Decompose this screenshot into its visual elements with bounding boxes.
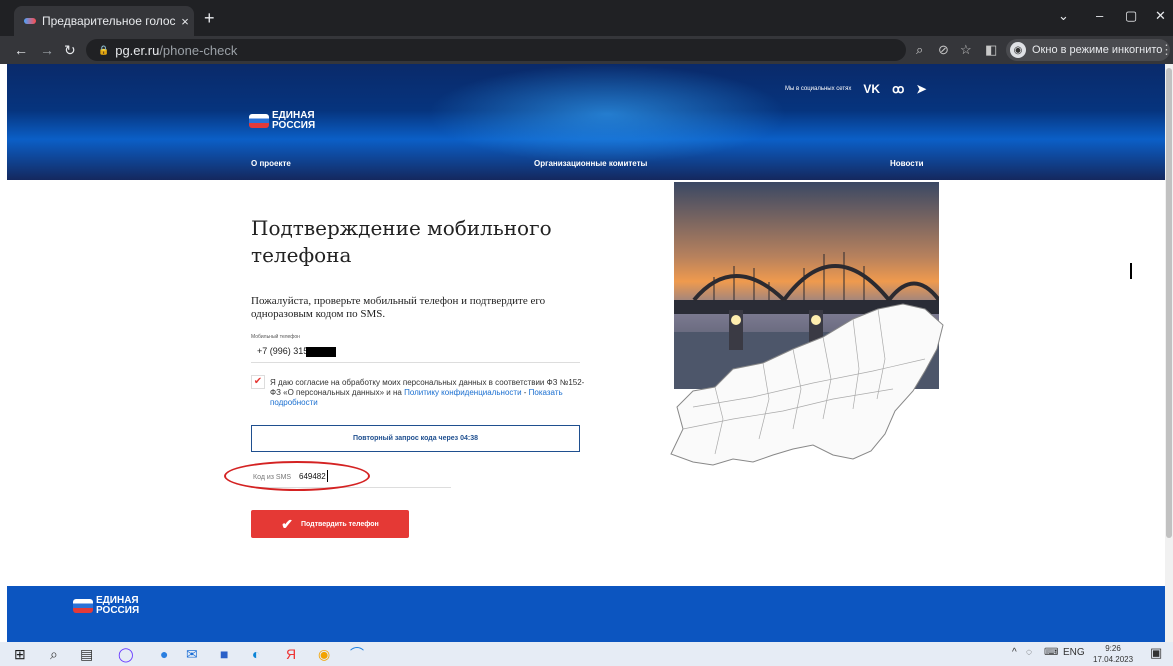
alice-icon[interactable]: ◯ <box>118 645 134 663</box>
nav-committees[interactable]: Организационные комитеты <box>534 159 647 168</box>
footer-logo-line-2: РОССИЯ <box>96 605 140 616</box>
windows-start-icon[interactable]: ⊞ <box>14 645 26 663</box>
site-logo[interactable]: ЕДИНАЯ РОССИЯ <box>249 111 315 131</box>
language-indicator[interactable]: ENG <box>1063 647 1085 658</box>
telegram-app-icon[interactable]: ● <box>160 645 168 663</box>
tab-search-icon[interactable]: ⌄ <box>1058 8 1069 24</box>
red-highlight-ellipse <box>224 461 370 491</box>
clock-time: 9:26 <box>1105 644 1121 653</box>
russia-map <box>663 279 950 469</box>
odnoklassniki-icon[interactable]: ꝏ <box>892 82 904 96</box>
bear-logo-icon <box>73 599 93 613</box>
tracking-protection-icon[interactable]: ⊘ <box>938 42 949 58</box>
mail-icon[interactable]: ✉ <box>186 645 198 663</box>
reload-icon[interactable]: ↻ <box>64 42 76 59</box>
social-links: Мы в социальных сетях VK ꝏ ➤ <box>785 82 926 96</box>
header-glow <box>427 64 787 164</box>
consent-checkbox[interactable]: ✔ <box>251 375 265 389</box>
page-title: Подтверждение мобильного телефона <box>251 216 552 267</box>
keyboard-icon[interactable]: ⌨ <box>1044 647 1058 658</box>
bookmark-star-icon[interactable]: ☆ <box>960 42 972 58</box>
new-tab-button[interactable]: + <box>204 8 215 29</box>
logo-line-2: РОССИЯ <box>272 120 316 131</box>
tray-chevron-icon[interactable]: ^ <box>1012 647 1017 658</box>
zoom-icon[interactable]: ⌕ <box>916 42 923 58</box>
url-domain: pg.er.ru <box>115 42 160 58</box>
store-icon[interactable]: ■ <box>220 645 228 663</box>
phone-label: Мобильный телефон <box>251 334 300 340</box>
system-clock[interactable]: 9:26 17.04.2023 <box>1093 643 1133 665</box>
clock-date: 17.04.2023 <box>1093 655 1134 664</box>
redaction-box <box>306 347 336 357</box>
incognito-indicator[interactable]: ◉ Окно в режиме инкогнито <box>1006 39 1171 61</box>
chrome-icon[interactable]: ◉ <box>318 645 330 663</box>
network-icon[interactable]: ◌ <box>1026 647 1032 658</box>
scrollbar-thumb[interactable] <box>1166 68 1172 538</box>
edge-icon[interactable]: ◐ <box>252 645 260 663</box>
close-window-button[interactable]: ✕ <box>1155 8 1166 24</box>
site-favicon-icon <box>24 18 36 24</box>
consent-text: Я даю согласие на обработку моих персона… <box>270 378 590 408</box>
privacy-policy-link[interactable]: Политику конфиденциальности <box>404 388 521 397</box>
footer-logo[interactable]: ЕДИНАЯ РОССИЯ <box>73 596 139 616</box>
yandex-browser-icon[interactable]: Я <box>286 645 296 663</box>
page-viewport: ЕДИНАЯ РОССИЯ Мы в социальных сетях VK ꝏ … <box>0 64 1165 642</box>
incognito-icon: ◉ <box>1010 42 1026 58</box>
browser-tab-bar: Предварительное голосование × + ⌄ – ▢ ✕ <box>0 0 1173 36</box>
vk-icon[interactable]: VK <box>863 82 880 96</box>
site-header: ЕДИНАЯ РОССИЯ Мы в социальных сетях VK ꝏ … <box>7 64 1165 180</box>
social-label: Мы в социальных сетях <box>785 86 852 92</box>
bear-logo-icon <box>249 114 269 128</box>
checkmark-icon: ✔ <box>253 376 263 387</box>
close-tab-icon[interactable]: × <box>176 14 194 29</box>
mouse-text-cursor <box>1130 263 1132 279</box>
task-view-icon[interactable]: ▤ <box>80 645 93 663</box>
confirm-phone-button[interactable]: ✔ Подтвердить телефон <box>251 510 409 538</box>
page-description: Пожалуйста, проверьте мобильный телефон … <box>251 295 546 320</box>
tab-title: Предварительное голосование <box>42 14 176 28</box>
checkmark-icon: ✔ <box>281 515 293 532</box>
confirm-phone-label: Подтвердить телефон <box>300 520 379 528</box>
search-icon[interactable]: ⌕ <box>50 645 58 663</box>
back-icon[interactable]: ← <box>14 42 28 58</box>
nav-news[interactable]: Новости <box>890 159 924 168</box>
maximize-button[interactable]: ▢ <box>1125 8 1137 24</box>
resend-code-label: Повторный запрос кода через 04:38 <box>353 435 478 442</box>
phone-underline <box>251 362 580 363</box>
browser-menu-icon[interactable]: ⋮ <box>1160 42 1173 58</box>
nav-about[interactable]: О проекте <box>251 159 291 168</box>
side-panel-icon[interactable]: ◧ <box>985 42 997 58</box>
app-icon[interactable]: ⌒ <box>350 645 364 663</box>
url-path: /phone-check <box>159 42 238 58</box>
lock-icon[interactable]: 🔒 <box>98 45 109 56</box>
address-bar[interactable]: 🔒 pg.er.ru/phone-check <box>86 39 906 61</box>
resend-code-button[interactable]: Повторный запрос кода через 04:38 <box>251 425 580 452</box>
consent-separator: - <box>521 388 529 397</box>
notifications-icon[interactable]: ▣ <box>1150 645 1162 661</box>
browser-tab[interactable]: Предварительное голосование × <box>14 6 194 36</box>
forward-icon[interactable]: → <box>40 42 54 58</box>
page-scrollbar[interactable] <box>1165 64 1173 642</box>
telegram-icon[interactable]: ➤ <box>916 82 926 96</box>
incognito-label: Окно в режиме инкогнито <box>1032 44 1163 56</box>
phone-input[interactable]: +7 (996) 315 <box>257 346 308 356</box>
minimize-button[interactable]: – <box>1096 8 1103 23</box>
site-footer: ЕДИНАЯ РОССИЯ <box>7 586 1165 642</box>
windows-taskbar: ⊞ ⌕ ▤ ◯ ● ✉ ■ ◐ Я ◉ ⌒ ^ ◌ ⌨ ENG 9:26 17.… <box>0 642 1173 666</box>
browser-toolbar: ← → ↻ 🔒 pg.er.ru/phone-check ⌕ ⊘ ☆ ◧ ◉ О… <box>0 36 1173 64</box>
russia-outline-map <box>670 303 944 466</box>
